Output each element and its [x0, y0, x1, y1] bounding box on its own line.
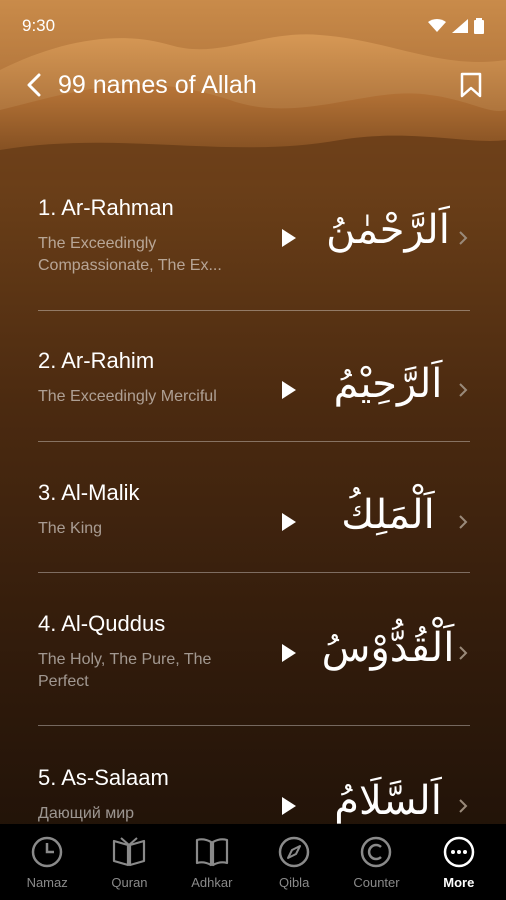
- name-meaning: The Holy, The Pure, The Perfect: [38, 651, 212, 690]
- back-button[interactable]: [20, 71, 48, 99]
- play-icon: [282, 644, 296, 662]
- app-header: 99 names of Allah: [0, 60, 506, 110]
- bottom-tab-bar: Namaz Quran Adhkar Qibla Counter More: [0, 824, 506, 900]
- open-book-icon: [113, 836, 146, 866]
- chevron-right-icon[interactable]: [456, 515, 470, 529]
- play-button[interactable]: [278, 379, 300, 401]
- arabic-name: اَلرَّحِيْمُ: [333, 361, 443, 407]
- play-icon: [282, 513, 296, 531]
- tab-label: Quran: [111, 874, 148, 890]
- status-bar: 9:30: [0, 0, 506, 52]
- list-item[interactable]: 4. Al-Quddus The Holy, The Pure, The Per…: [38, 573, 470, 726]
- tab-label: Qibla: [278, 874, 310, 890]
- name-title: 1. Ar-Rahman: [38, 195, 174, 220]
- tab-namaz[interactable]: Namaz: [7, 835, 87, 890]
- play-icon: [282, 797, 296, 815]
- tab-qibla[interactable]: Qibla: [254, 835, 334, 890]
- play-button[interactable]: [278, 795, 300, 817]
- play-icon: [282, 229, 296, 247]
- status-time: 9:30: [22, 16, 56, 35]
- status-icons: [428, 18, 484, 34]
- list-item[interactable]: 3. Al-Malik The King اَلْمَلِكُ: [38, 442, 470, 573]
- name-meaning: Дающий мир: [38, 805, 135, 822]
- name-meaning: The King: [38, 520, 103, 537]
- signal-icon: [452, 19, 468, 33]
- arabic-name: اَلرَّحْمٰنُ: [326, 207, 450, 253]
- counter-icon: [361, 836, 392, 867]
- chevron-right-icon[interactable]: [456, 231, 470, 245]
- play-button[interactable]: [278, 642, 300, 664]
- names-list: 1. Ar-Rahman The Exceedingly Compassiona…: [38, 185, 470, 846]
- tab-label: Namaz: [26, 874, 68, 890]
- chevron-left-icon: [27, 73, 41, 97]
- list-item[interactable]: 1. Ar-Rahman The Exceedingly Compassiona…: [38, 185, 470, 311]
- name-title: 3. Al-Malik: [38, 480, 140, 505]
- chevron-right-icon[interactable]: [456, 383, 470, 397]
- list-item[interactable]: 2. Ar-Rahim The Exceedingly Merciful اَل…: [38, 311, 470, 442]
- book-icon: [195, 837, 228, 866]
- bookmark-icon: [460, 72, 482, 98]
- chevron-right-icon[interactable]: [456, 646, 470, 660]
- name-title: 5. As-Salaam: [38, 765, 169, 790]
- wifi-icon: [428, 19, 446, 32]
- name-title: 4. Al-Quddus: [38, 611, 166, 636]
- play-icon: [282, 381, 296, 399]
- name-meaning: The Exceedingly Compassionate, The Ex...: [38, 235, 222, 274]
- more-icon: [443, 836, 475, 867]
- play-button[interactable]: [278, 511, 300, 533]
- name-title: 2. Ar-Rahim: [38, 348, 155, 373]
- page-title: 99 names of Allah: [58, 70, 257, 99]
- chevron-right-icon[interactable]: [456, 799, 470, 813]
- arabic-name: اَلْقُدُّوْسُ: [321, 625, 455, 671]
- battery-icon: [474, 18, 484, 34]
- play-button[interactable]: [278, 227, 300, 249]
- arabic-name: اَلْمَلِكُ: [341, 492, 435, 538]
- tab-counter[interactable]: Counter: [336, 835, 416, 890]
- clock-icon: [31, 836, 63, 867]
- tab-label: More: [443, 874, 475, 890]
- compass-icon: [278, 836, 310, 867]
- arabic-name: اَلسَّلَامُ: [334, 778, 442, 824]
- tab-more[interactable]: More: [419, 835, 499, 890]
- tab-label: Counter: [353, 874, 400, 890]
- tab-label: Adhkar: [191, 874, 233, 890]
- name-meaning: The Exceedingly Merciful: [38, 388, 217, 405]
- tab-adhkar[interactable]: Adhkar: [172, 835, 252, 890]
- bookmark-button[interactable]: [456, 70, 486, 100]
- tab-quran[interactable]: Quran: [89, 835, 169, 890]
